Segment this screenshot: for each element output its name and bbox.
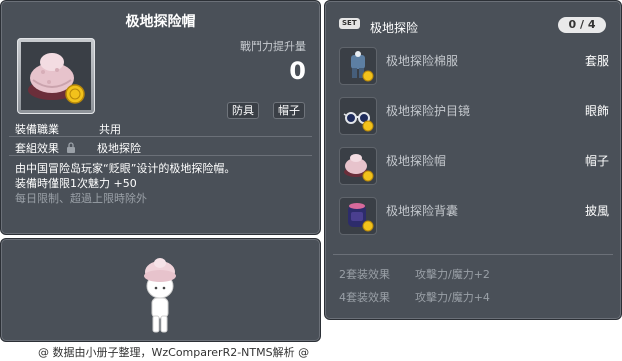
set-name: 极地探险 xyxy=(370,21,419,35)
category-tag-armor: 防具 xyxy=(227,102,259,119)
item-tooltip-panel: 极地探险帽 戰鬥力提升量 0 防具 帽子 裝備職業 共用 套組效果 极地探险 由… xyxy=(0,0,321,235)
set-item-coat: 极地探险棉服 套服 xyxy=(339,47,609,87)
credit-footer: @ 数据由小册子整理，WzComparerR2-NTMS解析 @ xyxy=(38,346,310,359)
set-bonus-effect: 攻擊力/魔力+4 xyxy=(415,291,490,304)
goggles-icon xyxy=(343,112,374,132)
character-avatar xyxy=(144,258,176,333)
set-item-type: 帽子 xyxy=(584,154,609,168)
set-bonus-label: 2套装效果 xyxy=(339,268,390,281)
set-item-type: 套服 xyxy=(584,54,609,68)
set-bonus-4: 4套装效果 攻擊力/魔力+4 xyxy=(339,289,490,305)
charm-bonus-line: 装備時僅限1次魅力 +50 xyxy=(15,177,137,190)
set-item-icon-frame xyxy=(339,97,377,135)
job-row: 裝備職業 共用 xyxy=(15,121,121,137)
category-tag-hat: 帽子 xyxy=(273,102,305,119)
hat-icon xyxy=(28,53,85,104)
set-item-icon-frame xyxy=(339,47,377,85)
divider xyxy=(9,155,312,156)
item-icon-frame xyxy=(17,38,95,114)
item-icon-background xyxy=(21,42,91,110)
set-item-goggles: 极地探险护目镜 眼飾 xyxy=(339,97,609,137)
backpack-icon xyxy=(348,203,374,232)
divider xyxy=(333,254,613,255)
lock-icon xyxy=(66,142,75,153)
item-description: 由中国冒险岛玩家“贬眼”设计的极地探险帽。 装備時僅限1次魅力 +50 每日限制… xyxy=(15,161,235,206)
set-item-name: 极地探险护目镜 xyxy=(386,104,471,118)
power-increase-label: 戰鬥力提升量 xyxy=(240,40,306,53)
hat-icon xyxy=(344,154,374,182)
job-value: 共用 xyxy=(99,123,121,136)
coat-icon xyxy=(351,51,374,82)
set-item-backpack: 极地探险背囊 披風 xyxy=(339,197,609,237)
description-line: 由中国冒险岛玩家“贬眼”设计的极地探险帽。 xyxy=(15,162,236,175)
set-bonus-effect: 攻擊力/魔力+2 xyxy=(415,268,490,281)
set-item-name: 极地探险帽 xyxy=(386,154,447,168)
set-bonus-label: 4套装效果 xyxy=(339,291,390,304)
set-effect-value: 极地探险 xyxy=(97,142,141,155)
set-effect-row: 套組效果 极地探险 xyxy=(15,140,141,156)
limit-note-line: 每日限制、超過上限時除外 xyxy=(15,192,147,205)
set-count-badge: 0 / 4 xyxy=(558,17,606,33)
item-title: 极地探险帽 xyxy=(125,14,196,30)
set-item-name: 极地探险棉服 xyxy=(386,54,459,68)
power-increase-value: 0 xyxy=(289,57,306,85)
set-item-type: 眼飾 xyxy=(584,104,609,118)
set-item-hat: 极地探险帽 帽子 xyxy=(339,147,609,187)
set-item-name: 极地探险背囊 xyxy=(386,204,459,218)
set-badge: SET xyxy=(339,18,360,29)
set-item-icon-frame xyxy=(339,197,377,235)
set-item-type: 披風 xyxy=(584,204,609,218)
set-info-panel: SET 极地探险 0 / 4 极地探险棉服 套服 极地探险护目镜 眼飾 极地探险… xyxy=(324,0,622,320)
job-label: 裝備職業 xyxy=(15,123,59,136)
set-item-icon-frame xyxy=(339,147,377,185)
set-bonus-2: 2套装效果 攻擊力/魔力+2 xyxy=(339,266,490,282)
set-effect-label: 套組效果 xyxy=(15,142,59,155)
divider xyxy=(9,136,312,137)
